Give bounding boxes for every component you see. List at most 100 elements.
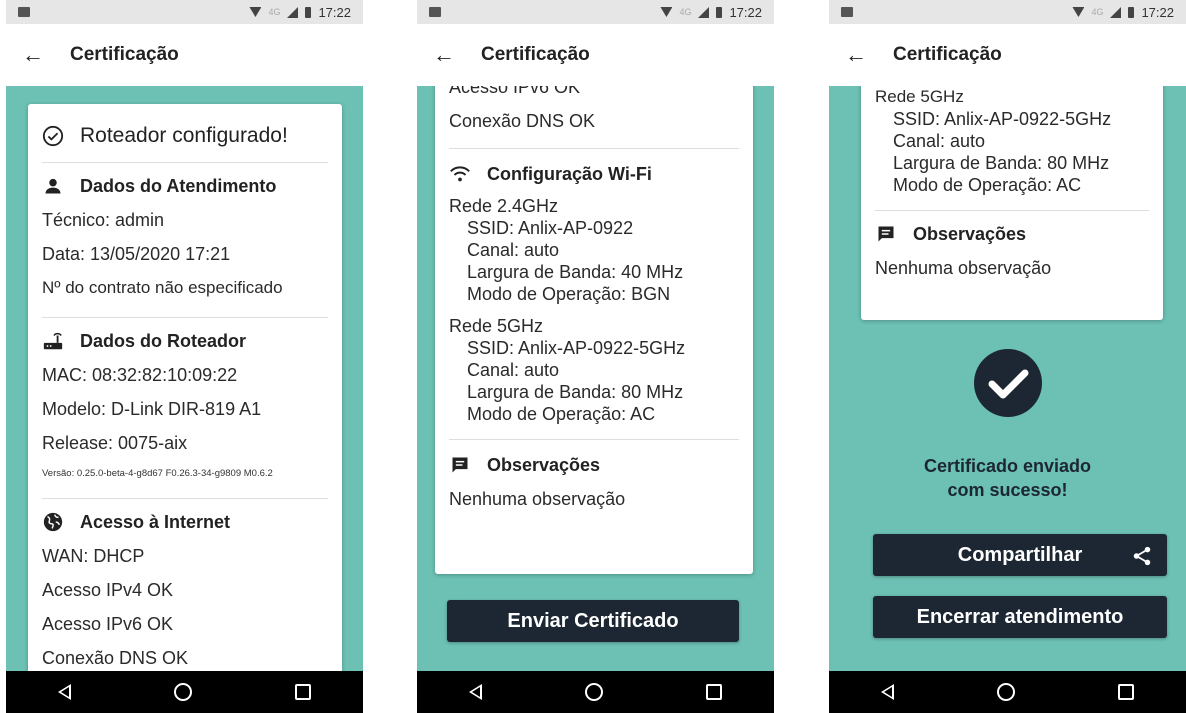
divider	[449, 148, 739, 149]
page-title: Certificação	[893, 44, 1002, 65]
nav-recents-icon[interactable]	[1118, 684, 1135, 700]
send-certificate-button[interactable]: Enviar Certificado	[447, 600, 739, 642]
notes-text: Nenhuma observação	[449, 489, 626, 509]
status-time: 17:22	[729, 4, 762, 20]
image-notification-icon	[18, 7, 30, 17]
model-text: Modelo: D-Link DIR-819 A1	[42, 399, 262, 419]
share-button-label: Compartilhar	[957, 543, 1083, 566]
net5-mode: Modo de Operação: AC	[467, 404, 656, 424]
net24-label: Rede 2.4GHz	[449, 196, 559, 216]
signal-icon	[287, 6, 299, 18]
net5-bandwidth: Largura de Banda: 80 MHz	[893, 153, 1110, 173]
status-bar: 4G 17:22	[6, 0, 363, 24]
app-bar: ← Certificação	[6, 24, 363, 86]
status-bar: 4G 17:22	[829, 0, 1186, 24]
divider	[42, 162, 328, 163]
internet-heading: Acesso à Internet	[80, 511, 231, 532]
image-notification-icon	[429, 7, 441, 17]
battery-icon	[305, 6, 312, 18]
nav-back-icon[interactable]	[57, 684, 71, 700]
image-notification-icon	[841, 7, 853, 17]
status-time: 17:22	[318, 4, 351, 20]
nav-home-icon[interactable]	[996, 683, 1015, 701]
notes-heading: Observações	[487, 454, 601, 475]
success-header: Roteador configurado!	[42, 124, 328, 148]
battery-icon	[1128, 6, 1135, 18]
phone-screen-1: 4G 17:22 ← Certificação Roteador configu…	[6, 0, 363, 713]
nav-home-icon[interactable]	[173, 683, 192, 701]
divider	[42, 498, 328, 499]
net5-ssid: SSID: Anlix-AP-0922-5GHz	[893, 109, 1112, 129]
date-text: Data: 13/05/2020 17:21	[42, 244, 231, 264]
scroll-content[interactable]: Rede 5GHz SSID: Anlix-AP-0922-5GHz Canal…	[829, 86, 1186, 671]
scroll-content[interactable]: Roteador configurado! Dados do Atendimen…	[6, 86, 363, 671]
wifi-heading: Configuração Wi-Fi	[487, 163, 652, 184]
status-bar: 4G 17:22	[417, 0, 774, 24]
router-icon	[42, 330, 64, 352]
net5-label: Rede 5GHz	[875, 87, 964, 106]
notes-text: Nenhuma observação	[875, 258, 1052, 278]
nav-recents-icon[interactable]	[295, 684, 312, 700]
net24-bandwidth: Largura de Banda: 40 MHz	[467, 262, 684, 282]
notes-section-header: Observações	[449, 454, 739, 476]
divider	[42, 317, 328, 318]
back-arrow-icon[interactable]: ←	[433, 42, 455, 68]
page-title: Certificação	[70, 44, 179, 65]
nav-bar	[829, 671, 1186, 713]
notes-heading: Observações	[913, 223, 1027, 244]
router-heading: Dados do Roteador	[80, 330, 247, 351]
back-arrow-icon[interactable]: ←	[22, 42, 44, 68]
net5-bandwidth: Largura de Banda: 80 MHz	[467, 382, 684, 402]
nav-back-icon[interactable]	[880, 684, 894, 700]
nav-recents-icon[interactable]	[706, 684, 723, 700]
wifi-status-icon	[249, 7, 262, 17]
network-type: 4G	[679, 7, 692, 17]
divider	[875, 210, 1149, 211]
wifi-section-header: Configuração Wi-Fi	[449, 163, 739, 185]
internet-section-header: Acesso à Internet	[42, 511, 328, 533]
sent-line-2: com sucesso!	[947, 480, 1068, 500]
net5-label: Rede 5GHz	[449, 316, 544, 336]
end-attendance-button[interactable]: Encerrar atendimento	[873, 596, 1167, 638]
attendance-heading: Dados do Atendimento	[80, 175, 277, 196]
nav-back-icon[interactable]	[468, 684, 482, 700]
nav-home-icon[interactable]	[584, 683, 603, 701]
net5-channel: Canal: auto	[467, 360, 560, 380]
person-icon	[42, 175, 64, 197]
dns-text: Conexão DNS OK	[449, 111, 596, 131]
ipv4-text: Acesso IPv4 OK	[42, 580, 174, 600]
battery-icon	[716, 6, 723, 18]
dns-text: Conexão DNS OK	[42, 648, 189, 668]
sent-line-1: Certificado enviado	[923, 456, 1092, 476]
net24-ssid: SSID: Anlix-AP-0922	[467, 218, 634, 238]
contract-text: Nº do contrato não especificado	[42, 278, 283, 297]
app-bar: ← Certificação	[417, 24, 774, 86]
phone-screen-2: 4G 17:22 ← Certificação Acesso IPv6 OK C…	[417, 0, 774, 713]
status-time: 17:22	[1141, 4, 1174, 20]
technician-text: Técnico: admin	[42, 210, 165, 230]
comment-icon	[875, 223, 897, 245]
scroll-content[interactable]: Acesso IPv6 OK Conexão DNS OK Configuraç…	[417, 86, 774, 671]
wifi-icon	[449, 163, 471, 185]
net5-channel: Canal: auto	[893, 131, 986, 151]
signal-icon	[698, 6, 710, 18]
comment-icon	[449, 454, 471, 476]
success-message: Certificado enviado com sucesso!	[829, 454, 1186, 502]
certificate-card: Acesso IPv6 OK Conexão DNS OK Configuraç…	[435, 86, 753, 574]
share-button[interactable]: Compartilhar	[873, 534, 1167, 576]
share-icon	[1131, 545, 1153, 567]
certificate-card: Rede 5GHz SSID: Anlix-AP-0922-5GHz Canal…	[861, 86, 1163, 320]
app-bar: ← Certificação	[829, 24, 1186, 86]
nav-bar	[417, 671, 774, 713]
net24-channel: Canal: auto	[467, 240, 560, 260]
page-title: Certificação	[481, 44, 590, 65]
ipv6-text: Acesso IPv6 OK	[42, 614, 174, 634]
back-arrow-icon[interactable]: ←	[845, 42, 867, 68]
wifi-status-icon	[1072, 7, 1085, 17]
net24-mode: Modo de Operação: BGN	[467, 284, 671, 304]
divider	[449, 439, 739, 440]
certificate-card: Roteador configurado! Dados do Atendimen…	[28, 104, 342, 671]
check-circle-outline-icon	[42, 125, 64, 147]
router-section-header: Dados do Roteador	[42, 330, 328, 352]
notes-section-header: Observações	[875, 223, 1149, 245]
